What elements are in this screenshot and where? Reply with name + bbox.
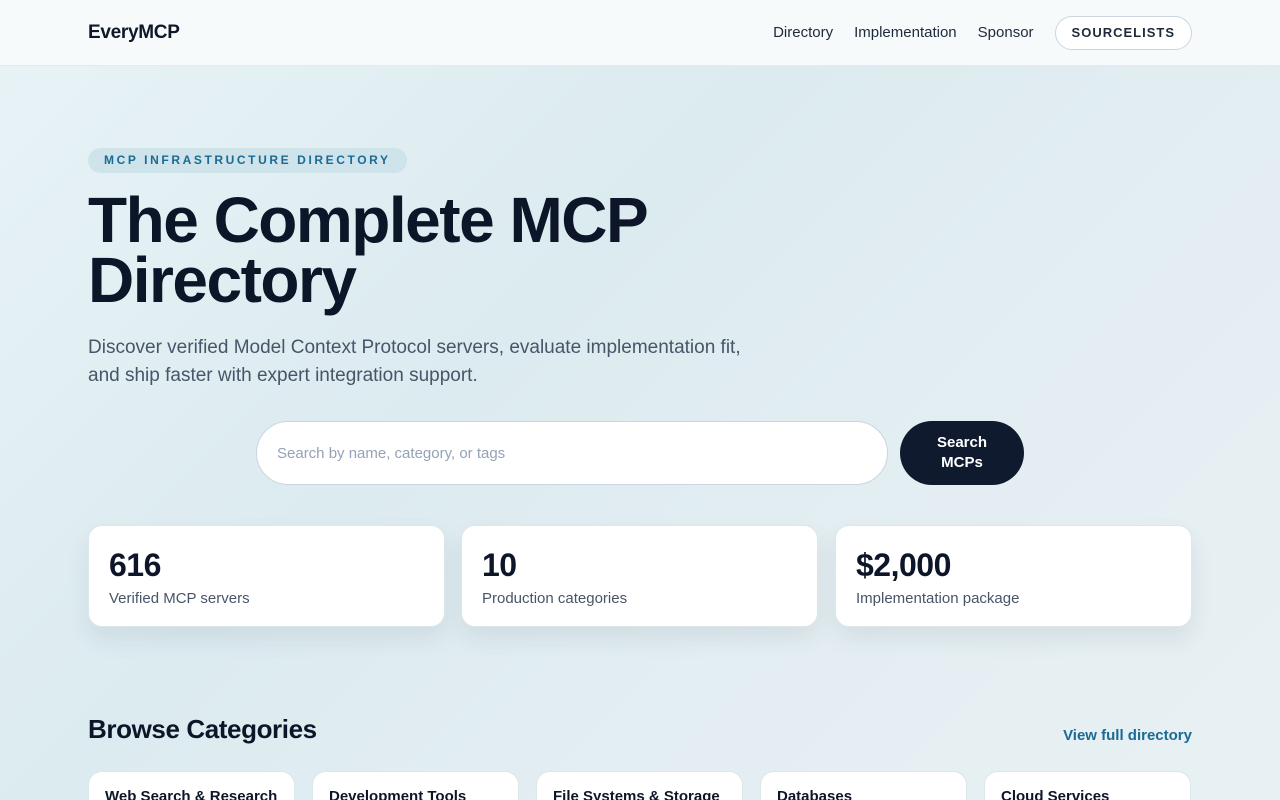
search-input[interactable]	[256, 421, 888, 485]
nav-link-implementation[interactable]: Implementation	[854, 16, 957, 50]
stat-label: Implementation package	[856, 590, 1020, 607]
stat-card-categories: 10 Production categories	[461, 525, 818, 627]
hero-eyebrow-badge: MCP INFRASTRUCTURE DIRECTORY	[88, 148, 407, 173]
top-navigation-bar: EveryMCP Directory Implementation Sponso…	[0, 0, 1280, 66]
main-nav: Directory Implementation Sponsor SOURCEL…	[773, 16, 1192, 50]
stat-card-servers: 616 Verified MCP servers	[88, 525, 445, 627]
view-full-directory-link[interactable]: View full directory	[1063, 727, 1192, 744]
brand-logo[interactable]: EveryMCP	[88, 22, 180, 44]
hero-subtitle: Discover verified Model Context Protocol…	[88, 337, 741, 386]
browse-categories-heading: Browse Categories	[88, 714, 317, 744]
nav-link-directory[interactable]: Directory	[773, 16, 833, 50]
stat-value: $2,000	[856, 547, 951, 583]
category-card-development-tools[interactable]: Development Tools	[312, 771, 519, 800]
nav-link-sponsor[interactable]: Sponsor	[978, 16, 1034, 50]
stat-card-package: $2,000 Implementation package	[835, 525, 1192, 627]
sourcelists-button[interactable]: SOURCELISTS	[1054, 16, 1192, 50]
category-card-file-systems[interactable]: File Systems & Storage	[536, 771, 743, 800]
stat-label: Production categories	[482, 590, 628, 607]
stat-value: 10	[482, 547, 517, 583]
category-card-web-search[interactable]: Web Search & Research	[88, 771, 295, 800]
stat-value: 616	[109, 547, 161, 583]
category-card-databases[interactable]: Databases	[760, 771, 967, 800]
category-card-cloud-services[interactable]: Cloud Services	[984, 771, 1191, 800]
stat-label: Verified MCP servers	[109, 590, 250, 607]
search-button[interactable]: Search MCPs	[900, 421, 1024, 485]
hero-title: The Complete MCP Directory	[88, 184, 648, 316]
